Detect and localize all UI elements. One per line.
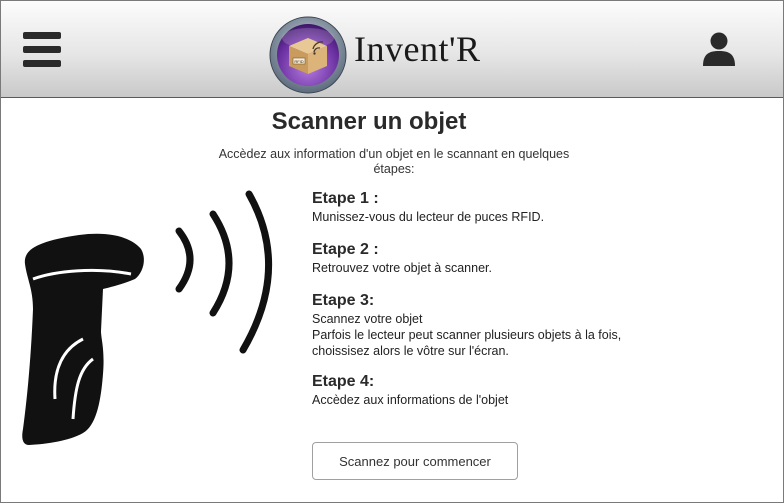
- step-item: Etape 3: Scannez votre objet Parfois le …: [312, 291, 632, 359]
- step-item: Etape 2 : Retrouvez votre objet à scanne…: [312, 240, 492, 276]
- step-item: Etape 1 : Munissez-vous du lecteur de pu…: [312, 189, 544, 225]
- step-text: Retrouvez votre objet à scanner.: [312, 261, 492, 275]
- start-scan-button[interactable]: Scannez pour commencer: [312, 442, 518, 480]
- app-logo: RFID: [269, 16, 347, 94]
- step-text: Munissez-vous du lecteur de puces RFID.: [312, 210, 545, 224]
- app-brand: Invent'R: [354, 29, 481, 69]
- step-text: Scannez votre objet: [312, 312, 423, 326]
- barcode-scanner-icon: [22, 190, 272, 445]
- step-heading: Etape 1 :: [312, 190, 379, 207]
- step-text: Accèdez aux informations de l'objet: [312, 393, 509, 407]
- step-heading: Etape 3:: [312, 292, 375, 309]
- app-frame: RFID Invent'R Scanner un objet Accèdez a…: [0, 0, 784, 503]
- top-bar: RFID Invent'R: [1, 1, 783, 98]
- step-item: Etape 4: Accèdez aux informations de l'o…: [312, 372, 508, 408]
- step-heading: Etape 2 :: [312, 241, 379, 258]
- user-account-icon[interactable]: [701, 31, 737, 67]
- page-title: Scanner un objet: [271, 108, 467, 135]
- hamburger-menu-icon[interactable]: [23, 32, 61, 67]
- step-text: Parfois le lecteur peut scanner plusieur…: [312, 328, 622, 358]
- page-subtitle: Accèdez aux information d'un objet en le…: [218, 147, 570, 176]
- step-heading: Etape 4:: [312, 373, 375, 390]
- logo-label: RFID: [294, 59, 303, 64]
